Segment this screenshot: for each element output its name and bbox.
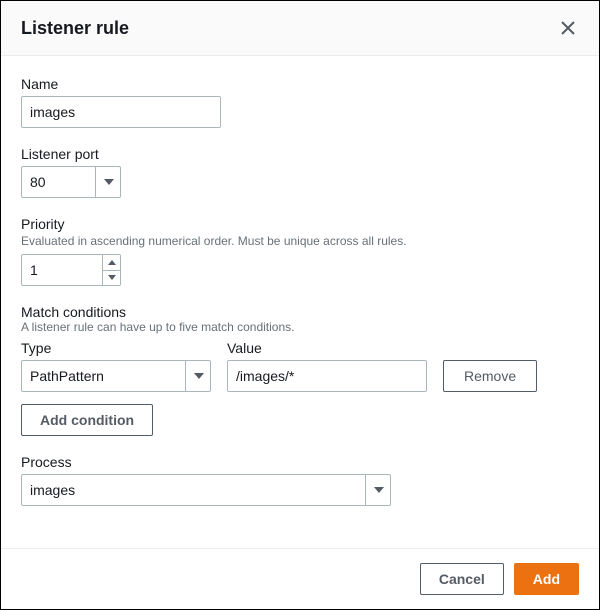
cancel-button[interactable]: Cancel bbox=[420, 563, 504, 595]
condition-value-col: Value bbox=[227, 340, 427, 392]
modal-body: Name Listener port 80 Priority Evaluated… bbox=[1, 56, 599, 548]
modal-footer: Cancel Add bbox=[1, 548, 599, 609]
chevron-up-icon bbox=[108, 260, 116, 265]
match-conditions-title: Match conditions bbox=[21, 304, 579, 320]
priority-label: Priority bbox=[21, 216, 579, 232]
process-value: images bbox=[30, 482, 75, 498]
listener-port-select[interactable]: 80 bbox=[21, 166, 121, 198]
condition-type-value: PathPattern bbox=[30, 368, 104, 384]
condition-row: Type PathPattern Value Remove bbox=[21, 340, 579, 392]
close-button[interactable] bbox=[557, 17, 579, 39]
priority-spinner bbox=[102, 255, 120, 285]
priority-hint: Evaluated in ascending numerical order. … bbox=[21, 234, 579, 248]
modal-header: Listener rule bbox=[1, 1, 599, 56]
condition-value-input[interactable] bbox=[227, 360, 427, 392]
process-field-group: Process images bbox=[21, 454, 579, 506]
listener-port-label: Listener port bbox=[21, 146, 579, 162]
name-field-group: Name bbox=[21, 76, 579, 128]
match-conditions-hint: A listener rule can have up to five matc… bbox=[21, 320, 579, 334]
listener-port-field-group: Listener port 80 bbox=[21, 146, 579, 198]
process-label: Process bbox=[21, 454, 579, 470]
match-conditions-group: Match conditions A listener rule can hav… bbox=[21, 304, 579, 436]
add-button[interactable]: Add bbox=[514, 563, 579, 595]
listener-port-value: 80 bbox=[30, 174, 46, 190]
process-select[interactable]: images bbox=[21, 474, 391, 506]
chevron-down-icon bbox=[108, 275, 116, 280]
condition-remove-col: Remove bbox=[443, 360, 537, 392]
priority-decrement-button[interactable] bbox=[103, 271, 120, 286]
remove-condition-button[interactable]: Remove bbox=[443, 360, 537, 392]
condition-value-label: Value bbox=[227, 340, 427, 356]
modal-title: Listener rule bbox=[21, 18, 129, 39]
priority-input-wrap bbox=[21, 254, 121, 286]
close-icon bbox=[561, 21, 575, 35]
priority-increment-button[interactable] bbox=[103, 255, 120, 271]
condition-type-label: Type bbox=[21, 340, 211, 356]
name-label: Name bbox=[21, 76, 579, 92]
condition-type-col: Type PathPattern bbox=[21, 340, 211, 392]
condition-type-select[interactable]: PathPattern bbox=[21, 360, 211, 392]
add-condition-button[interactable]: Add condition bbox=[21, 404, 153, 436]
priority-field-group: Priority Evaluated in ascending numerica… bbox=[21, 216, 579, 286]
listener-rule-modal: Listener rule Name Listener port 80 Prio… bbox=[0, 0, 600, 610]
name-input[interactable] bbox=[21, 96, 221, 128]
